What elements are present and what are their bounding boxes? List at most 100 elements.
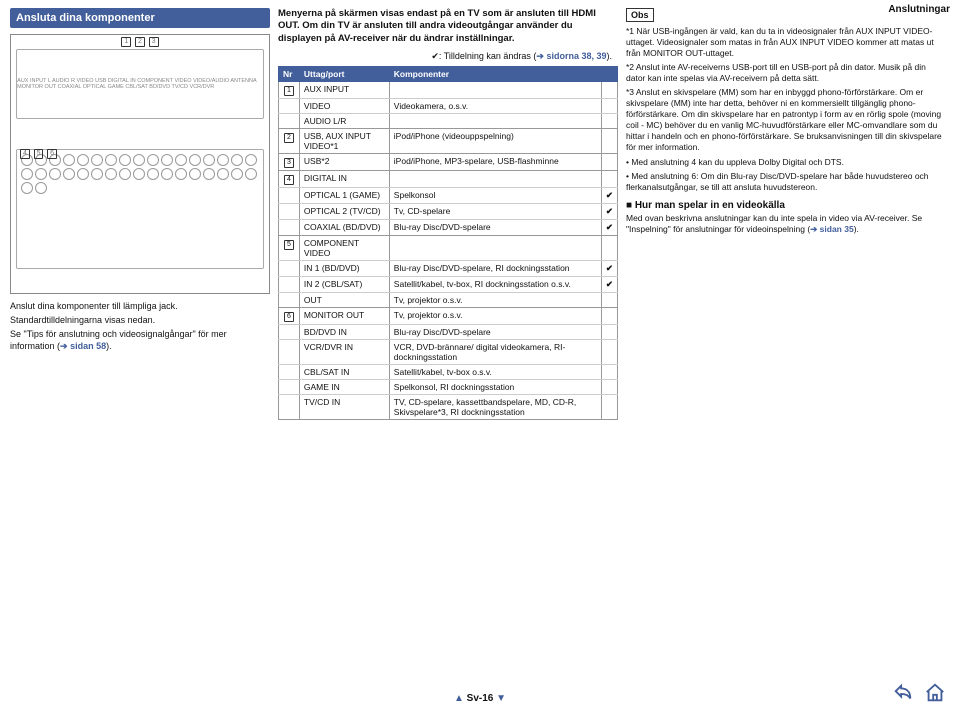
cell-nr [279,220,300,236]
left-line-3: Se "Tips för anslutning och videosignalg… [10,328,270,352]
jack-icon [63,168,75,180]
table-row: IN 2 (CBL/SAT)Satellit/kabel, tv-box, RI… [279,277,618,293]
cell-comp [389,236,601,261]
jack-icon [105,168,117,180]
bullet-1: Med anslutning 4 kan du uppleva Dolby Di… [626,157,946,168]
table-row: OPTICAL 2 (TV/CD)Tv, CD-spelare✔ [279,204,618,220]
cell-port: AUDIO L/R [299,114,389,129]
cell-nr: 3 [279,154,300,171]
cell-nr: 4 [279,171,300,188]
cell-tick: ✔ [601,277,617,293]
page-link-35[interactable]: ➔ sidan 35 [810,224,854,234]
cell-port: BD/DVD IN [299,325,389,340]
cell-comp: Blu-ray Disc/DVD-spelare [389,220,601,236]
nav-icons [892,682,946,706]
right-column: Obs *1 När USB-ingången är vald, kan du … [626,8,946,420]
cell-port: IN 2 (CBL/SAT) [299,277,389,293]
cell-nr: 6 [279,308,300,325]
tick-note-b: ). [607,51,613,61]
table-row: 2USB, AUX INPUT VIDEO*1iPod/iPhone (vide… [279,129,618,154]
table-row: CBL/SAT INSatellit/kabel, tv-box o.s.v. [279,365,618,380]
connection-table: Nr Uttag/port Komponenter 1AUX INPUTVIDE… [278,66,618,420]
cell-comp: iPod/iPhone (videouppspelning) [389,129,601,154]
cell-nr [279,114,300,129]
table-row: BD/DVD INBlu-ray Disc/DVD-spelare [279,325,618,340]
cell-comp [389,114,601,129]
connection-diagram: 1 2 3 AUX INPUT L AUDIO R VIDEO USB DIGI… [10,34,270,294]
table-row: 3USB*2iPod/iPhone, MP3-spelare, USB-flas… [279,154,618,171]
page-columns: Ansluta dina komponenter 1 2 3 AUX INPUT… [0,0,960,424]
page-footer: ▲ Sv-16 ▼ [0,693,960,704]
table-row: OPTICAL 1 (GAME)Spelkonsol✔ [279,188,618,204]
jack-icon [175,154,187,166]
cell-port: OPTICAL 1 (GAME) [299,188,389,204]
cell-nr [279,261,300,277]
cell-nr [279,277,300,293]
th-port: Uttag/port [299,67,389,82]
cell-comp: TV, CD-spelare, kassettbandspelare, MD, … [389,395,601,420]
cell-tick [601,171,617,188]
table-row: COAXIAL (BD/DVD)Blu-ray Disc/DVD-spelare… [279,220,618,236]
cell-nr [279,325,300,340]
subsection-heading: Hur man spelar in en videokälla [626,200,946,211]
tag-6: 6 [47,149,57,159]
cell-tick: ✔ [601,188,617,204]
cell-comp [389,171,601,188]
table-row: GAME INSpelkonsol, RI dockningsstation [279,380,618,395]
jack-icon [175,168,187,180]
cell-comp: Spelkonsol [389,188,601,204]
jack-icon [189,168,201,180]
cell-port: VCR/DVR IN [299,340,389,365]
cell-comp [389,82,601,99]
note-2: *2 Anslut inte AV-receiverns USB-port ti… [626,62,946,84]
jack-icon [91,154,103,166]
cell-nr [279,340,300,365]
jack-icon [35,182,47,194]
left-line-1: Anslut dina komponenter till lämpliga ja… [10,300,270,312]
cell-comp: Satellit/kabel, tv-box o.s.v. [389,365,601,380]
table-row: 4DIGITAL IN [279,171,618,188]
obs-heading: Obs [626,8,654,22]
left-column: Ansluta dina komponenter 1 2 3 AUX INPUT… [10,8,270,420]
page-link-38-39[interactable]: ➔ sidorna 38, 39 [536,51,606,61]
diagram-front-panel: AUX INPUT L AUDIO R VIDEO USB DIGITAL IN… [16,49,264,119]
jack-icon [21,182,33,194]
cell-tick [601,340,617,365]
page-link-58[interactable]: ➔ sidan 58 [60,341,106,351]
jack-icon [217,168,229,180]
cell-tick [601,154,617,171]
cell-tick [601,99,617,114]
cell-port: USB, AUX INPUT VIDEO*1 [299,129,389,154]
jack-icon [77,154,89,166]
jack-icon [21,168,33,180]
cell-port: AUX INPUT [299,82,389,99]
cell-nr [279,365,300,380]
diagram-tiny-labels: AUX INPUT L AUDIO R VIDEO USB DIGITAL IN… [17,78,263,90]
subsection-body: Med ovan beskrivna anslutningar kan du i… [626,213,946,235]
jack-icon [231,168,243,180]
note-1: *1 När USB-ingången är vald, kan du ta i… [626,26,946,59]
subsection-body-b: ). [854,224,859,234]
cell-comp: Blu-ray Disc/DVD-spelare [389,325,601,340]
cell-nr: 5 [279,236,300,261]
cell-port: MONITOR OUT [299,308,389,325]
back-icon[interactable] [892,682,914,706]
table-row: 6MONITOR OUTTv, projektor o.s.v. [279,308,618,325]
cell-tick [601,365,617,380]
cell-nr [279,99,300,114]
home-icon[interactable] [924,682,946,706]
triangle-left-icon: ▲ [454,693,464,704]
cell-comp: Spelkonsol, RI dockningsstation [389,380,601,395]
left-text-block: Anslut dina komponenter till lämpliga ja… [10,300,270,355]
jack-icon [35,168,47,180]
jack-icon [147,154,159,166]
cell-comp: VCR, DVD-brännare/ digital videokamera, … [389,340,601,365]
cell-tick [601,114,617,129]
jack-icon [245,154,257,166]
cell-comp: Tv, CD-spelare [389,204,601,220]
cell-tick [601,236,617,261]
table-row: OUTTv, projektor o.s.v. [279,293,618,308]
tag-2: 2 [135,37,145,47]
cell-nr [279,380,300,395]
jack-icon [217,154,229,166]
